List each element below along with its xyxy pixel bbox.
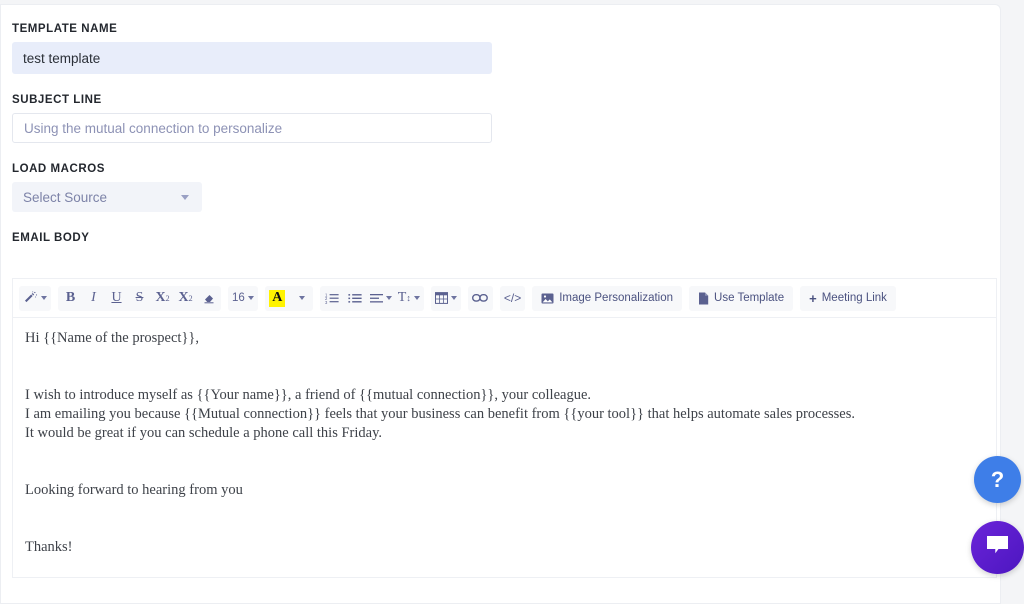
- paragraph-format-icon: T↕: [397, 290, 411, 305]
- subject-line-input[interactable]: Using the mutual connection to personali…: [12, 113, 492, 143]
- svg-text:3: 3: [325, 300, 328, 304]
- font-size-value: 16: [232, 292, 245, 304]
- toolbar-group-macros: [19, 285, 51, 311]
- email-body-line-3: I am emailing you because {{Mutual conne…: [25, 406, 855, 422]
- align-button[interactable]: [367, 286, 395, 311]
- toolbar-group-text-style: B I U S X2 X2: [58, 285, 221, 311]
- table-button[interactable]: [432, 286, 460, 311]
- email-body-label: EMAIL BODY: [12, 232, 90, 244]
- main-card: TEMPLATE NAME test template SUBJECT LINE…: [0, 4, 1001, 604]
- template-form: TEMPLATE NAME test template SUBJECT LINE…: [12, 23, 997, 264]
- text-color-button[interactable]: A: [266, 286, 289, 311]
- underline-button[interactable]: U: [105, 286, 128, 311]
- eraser-icon: [203, 292, 215, 304]
- bold-button[interactable]: B: [59, 286, 82, 311]
- email-body-blank-1: [25, 348, 984, 367]
- chevron-down-icon: [181, 194, 189, 200]
- toolbar-group-font-size: 16: [228, 285, 258, 311]
- email-body-block: EMAIL BODY: [12, 232, 997, 244]
- strikethrough-button[interactable]: S: [128, 286, 151, 311]
- subscript-base: X: [178, 290, 189, 305]
- chevron-down-icon: [385, 296, 392, 300]
- load-macros-selected-value: Select Source: [23, 189, 108, 205]
- email-body-blank-2: [25, 367, 984, 386]
- subject-line-block: SUBJECT LINE Using the mutual connection…: [12, 94, 997, 143]
- toolbar-group-image-personalization: Image Personalization: [532, 285, 683, 311]
- editor-toolbar: B I U S X2 X2 16 A 1 2 3 T↕ </> Image Pe…: [13, 279, 996, 318]
- email-body-line-1: Hi {{Name of the prospect}},: [25, 330, 199, 346]
- magic-wand-button[interactable]: [20, 286, 50, 311]
- text-color-dropdown-button[interactable]: [289, 286, 312, 311]
- subject-line-label: SUBJECT LINE: [12, 94, 102, 106]
- template-name-input[interactable]: test template: [12, 42, 492, 74]
- email-body-blank-5: [25, 500, 984, 519]
- unordered-list-button[interactable]: [344, 286, 367, 311]
- chevron-down-icon: [41, 296, 47, 300]
- code-button[interactable]: </>: [501, 286, 524, 311]
- toolbar-group-code: </>: [499, 285, 526, 311]
- use-template-button[interactable]: Use Template: [690, 286, 792, 311]
- superscript-base: X: [155, 290, 166, 305]
- template-name-label: TEMPLATE NAME: [12, 23, 118, 35]
- document-icon: [698, 292, 709, 305]
- toolbar-group-table: [430, 285, 461, 311]
- email-body-blank-4: [25, 462, 984, 481]
- link-button[interactable]: [469, 286, 492, 311]
- plus-icon: +: [809, 290, 817, 306]
- email-body-blank-3: [25, 443, 984, 462]
- magic-wand-icon: [23, 290, 38, 306]
- toolbar-group-meeting-link: + Meeting Link: [800, 285, 896, 311]
- chevron-down-icon: [450, 296, 457, 300]
- ordered-list-icon: 1 2 3: [325, 292, 339, 304]
- load-macros-select[interactable]: Select Source: [12, 182, 202, 212]
- load-macros-label: LOAD MACROS: [12, 163, 105, 175]
- italic-button[interactable]: I: [82, 286, 105, 311]
- toolbar-group-lists: 1 2 3 T↕: [319, 285, 424, 311]
- code-icon: </>: [503, 291, 522, 305]
- meeting-link-label: Meeting Link: [821, 292, 887, 304]
- toolbar-group-use-template: Use Template: [689, 285, 794, 311]
- superscript-button[interactable]: X2: [151, 286, 174, 311]
- email-body-blank-6: [25, 519, 984, 538]
- meeting-link-button[interactable]: + Meeting Link: [801, 286, 895, 311]
- link-icon: [472, 293, 489, 303]
- chevron-down-icon: [247, 296, 254, 300]
- load-macros-block: LOAD MACROS Select Source: [12, 163, 997, 212]
- use-template-label: Use Template: [714, 292, 785, 304]
- toolbar-group-text-color: A: [264, 285, 313, 311]
- chevron-down-icon: [298, 296, 305, 300]
- question-mark-icon: ?: [990, 466, 1005, 492]
- email-body-content[interactable]: Hi {{Name of the prospect}}, I wish to i…: [13, 318, 996, 557]
- paragraph-format-button[interactable]: T↕: [395, 286, 423, 311]
- template-name-block: TEMPLATE NAME test template: [12, 23, 997, 74]
- email-body-line-2: I wish to introduce myself as {{Your nam…: [25, 387, 592, 403]
- unordered-list-icon: [348, 292, 362, 304]
- text-color-swatch: A: [269, 289, 286, 307]
- email-body-line-4: It would be great if you can schedule a …: [25, 425, 383, 441]
- image-icon: [541, 293, 554, 304]
- ordered-list-button[interactable]: 1 2 3: [321, 286, 344, 311]
- font-size-button[interactable]: 16: [229, 286, 257, 311]
- help-button[interactable]: ?: [974, 456, 1021, 503]
- chat-button[interactable]: [971, 521, 1024, 574]
- image-personalization-label: Image Personalization: [559, 292, 674, 304]
- email-body-editor: B I U S X2 X2 16 A 1 2 3 T↕ </> Image Pe…: [12, 278, 997, 578]
- superscript-mark: 2: [165, 293, 170, 303]
- chevron-down-icon: [413, 296, 420, 300]
- align-left-icon: [369, 293, 383, 304]
- subscript-button[interactable]: X2: [174, 286, 197, 311]
- image-personalization-button[interactable]: Image Personalization: [533, 286, 681, 311]
- email-body-line-6: Thanks!: [25, 539, 73, 555]
- subscript-mark: 2: [188, 293, 193, 303]
- table-icon: [434, 292, 448, 304]
- clear-format-button[interactable]: [197, 286, 220, 311]
- email-body-line-5: Looking forward to hearing from you: [25, 482, 243, 498]
- chat-bubble-icon: [985, 534, 1010, 561]
- toolbar-group-link: [467, 285, 493, 311]
